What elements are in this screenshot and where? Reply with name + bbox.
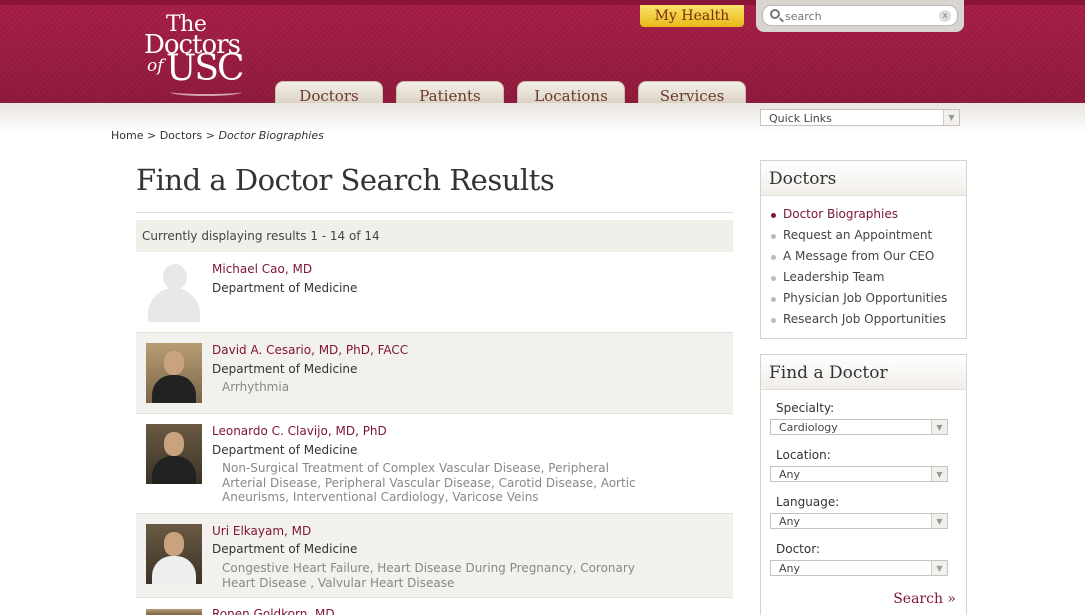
doctor-label: Doctor:: [776, 542, 820, 556]
logo-line-usc: USC: [166, 48, 245, 89]
photo-body: [152, 456, 196, 484]
sidebar-item-request-appointment[interactable]: Request an Appointment: [761, 225, 966, 246]
doctor-row: Ronen Goldkorn, MD: [136, 598, 733, 615]
doctor-department: Department of Medicine: [212, 542, 358, 556]
doctor-row: Michael Cao, MD Department of Medicine: [136, 252, 733, 333]
quick-links-select[interactable]: Quick Links ▼: [760, 109, 960, 126]
photo-body: [152, 556, 196, 584]
doctor-specialties: Non-Surgical Treatment of Complex Vascul…: [222, 461, 636, 504]
search-area: x: [756, 0, 964, 32]
breadcrumb: Home > Doctors > Doctor Biographies: [111, 129, 324, 142]
results-summary: Currently displaying results 1 - 14 of 1…: [136, 220, 733, 252]
chevron-down-icon: ▼: [943, 110, 959, 125]
breadcrumb-separator: >: [205, 129, 215, 142]
location-value: Any: [779, 468, 801, 481]
doctor-department: Department of Medicine: [212, 443, 358, 457]
doctors-nav-list: Doctor Biographies Request an Appointmen…: [761, 196, 966, 330]
sidebar-item-doctor-biographies[interactable]: Doctor Biographies: [761, 204, 966, 225]
doctor-photo[interactable]: [146, 609, 202, 615]
doctor-name-link[interactable]: Uri Elkayam, MD: [212, 524, 311, 538]
avatar-body: [148, 288, 200, 322]
breadcrumb-separator: >: [146, 129, 157, 142]
doctor-value: Any: [779, 562, 801, 575]
doctors-sidebar-box: Doctors Doctor Biographies Request an Ap…: [760, 160, 967, 339]
location-label: Location:: [776, 448, 831, 462]
photo-head: [164, 351, 184, 375]
nav-tab-patients[interactable]: Patients: [396, 81, 504, 105]
quick-links-label: Quick Links: [769, 112, 832, 125]
my-health-button[interactable]: My Health: [640, 5, 744, 27]
search-box[interactable]: x: [762, 5, 958, 26]
photo-head: [164, 532, 184, 556]
doctor-name-link[interactable]: Ronen Goldkorn, MD: [212, 607, 335, 615]
doctor-name-link[interactable]: Leonardo C. Clavijo, MD, PhD: [212, 424, 387, 438]
doctors-box-title: Doctors: [761, 161, 966, 196]
doctor-specialties: Congestive Heart Failure, Heart Disease …: [222, 561, 635, 590]
language-value: Any: [779, 515, 801, 528]
doctor-photo-placeholder: [146, 262, 202, 322]
doctors-of-usc-logo[interactable]: The Doctors of USC: [144, 10, 249, 100]
photo-head: [164, 432, 184, 456]
clear-search-icon[interactable]: x: [939, 10, 951, 22]
breadcrumb-current: Doctor Biographies: [218, 129, 324, 142]
location-select[interactable]: Any ▼: [770, 466, 948, 482]
doctor-photo[interactable]: [146, 343, 202, 403]
sidebar-item-research-jobs[interactable]: Research Job Opportunities: [761, 309, 966, 330]
doctor-name-link[interactable]: Michael Cao, MD: [212, 262, 312, 276]
language-label: Language:: [776, 495, 840, 509]
doctor-select[interactable]: Any ▼: [770, 560, 948, 576]
nav-tab-locations[interactable]: Locations: [517, 81, 625, 105]
doctor-department: Department of Medicine: [212, 362, 358, 376]
chevron-down-icon: ▼: [931, 514, 947, 528]
search-button[interactable]: Search »: [893, 591, 956, 607]
find-doctor-title: Find a Doctor: [761, 355, 966, 390]
search-input[interactable]: [785, 7, 935, 25]
specialty-label: Specialty:: [776, 401, 835, 415]
doctor-department: Department of Medicine: [212, 281, 358, 295]
search-icon: [770, 9, 780, 19]
doctor-row: Leonardo C. Clavijo, MD, PhD Department …: [136, 414, 733, 514]
specialty-value: Cardiology: [779, 421, 838, 434]
specialty-select[interactable]: Cardiology ▼: [770, 419, 948, 435]
page-title: Find a Doctor Search Results: [136, 163, 555, 197]
chevron-down-icon: ▼: [931, 467, 947, 481]
avatar-head: [163, 264, 187, 290]
doctor-specialties: Arrhythmia: [222, 380, 290, 394]
chevron-down-icon: ▼: [931, 561, 947, 575]
nav-tab-doctors[interactable]: Doctors: [275, 81, 383, 105]
nav-tab-services[interactable]: Services: [638, 81, 746, 105]
doctor-row: Uri Elkayam, MD Department of Medicine C…: [136, 514, 733, 598]
sidebar-item-leadership-team[interactable]: Leadership Team: [761, 267, 966, 288]
logo-swoosh: [170, 88, 242, 96]
chevron-down-icon: ▼: [931, 420, 947, 434]
breadcrumb-doctors[interactable]: Doctors: [160, 129, 203, 142]
breadcrumb-home[interactable]: Home: [111, 129, 143, 142]
logo-line-of: of: [147, 56, 164, 76]
sidebar-item-physician-jobs[interactable]: Physician Job Opportunities: [761, 288, 966, 309]
doctor-row: David A. Cesario, MD, PhD, FACC Departme…: [136, 333, 733, 414]
doctor-photo[interactable]: [146, 424, 202, 484]
doctor-photo[interactable]: [146, 524, 202, 584]
photo-body: [152, 375, 196, 403]
title-divider: [136, 212, 733, 214]
language-select[interactable]: Any ▼: [770, 513, 948, 529]
doctor-name-link[interactable]: David A. Cesario, MD, PhD, FACC: [212, 343, 408, 357]
find-doctor-box: Find a Doctor Specialty: Cardiology ▼ Lo…: [760, 354, 967, 615]
sidebar-item-ceo-message[interactable]: A Message from Our CEO: [761, 246, 966, 267]
